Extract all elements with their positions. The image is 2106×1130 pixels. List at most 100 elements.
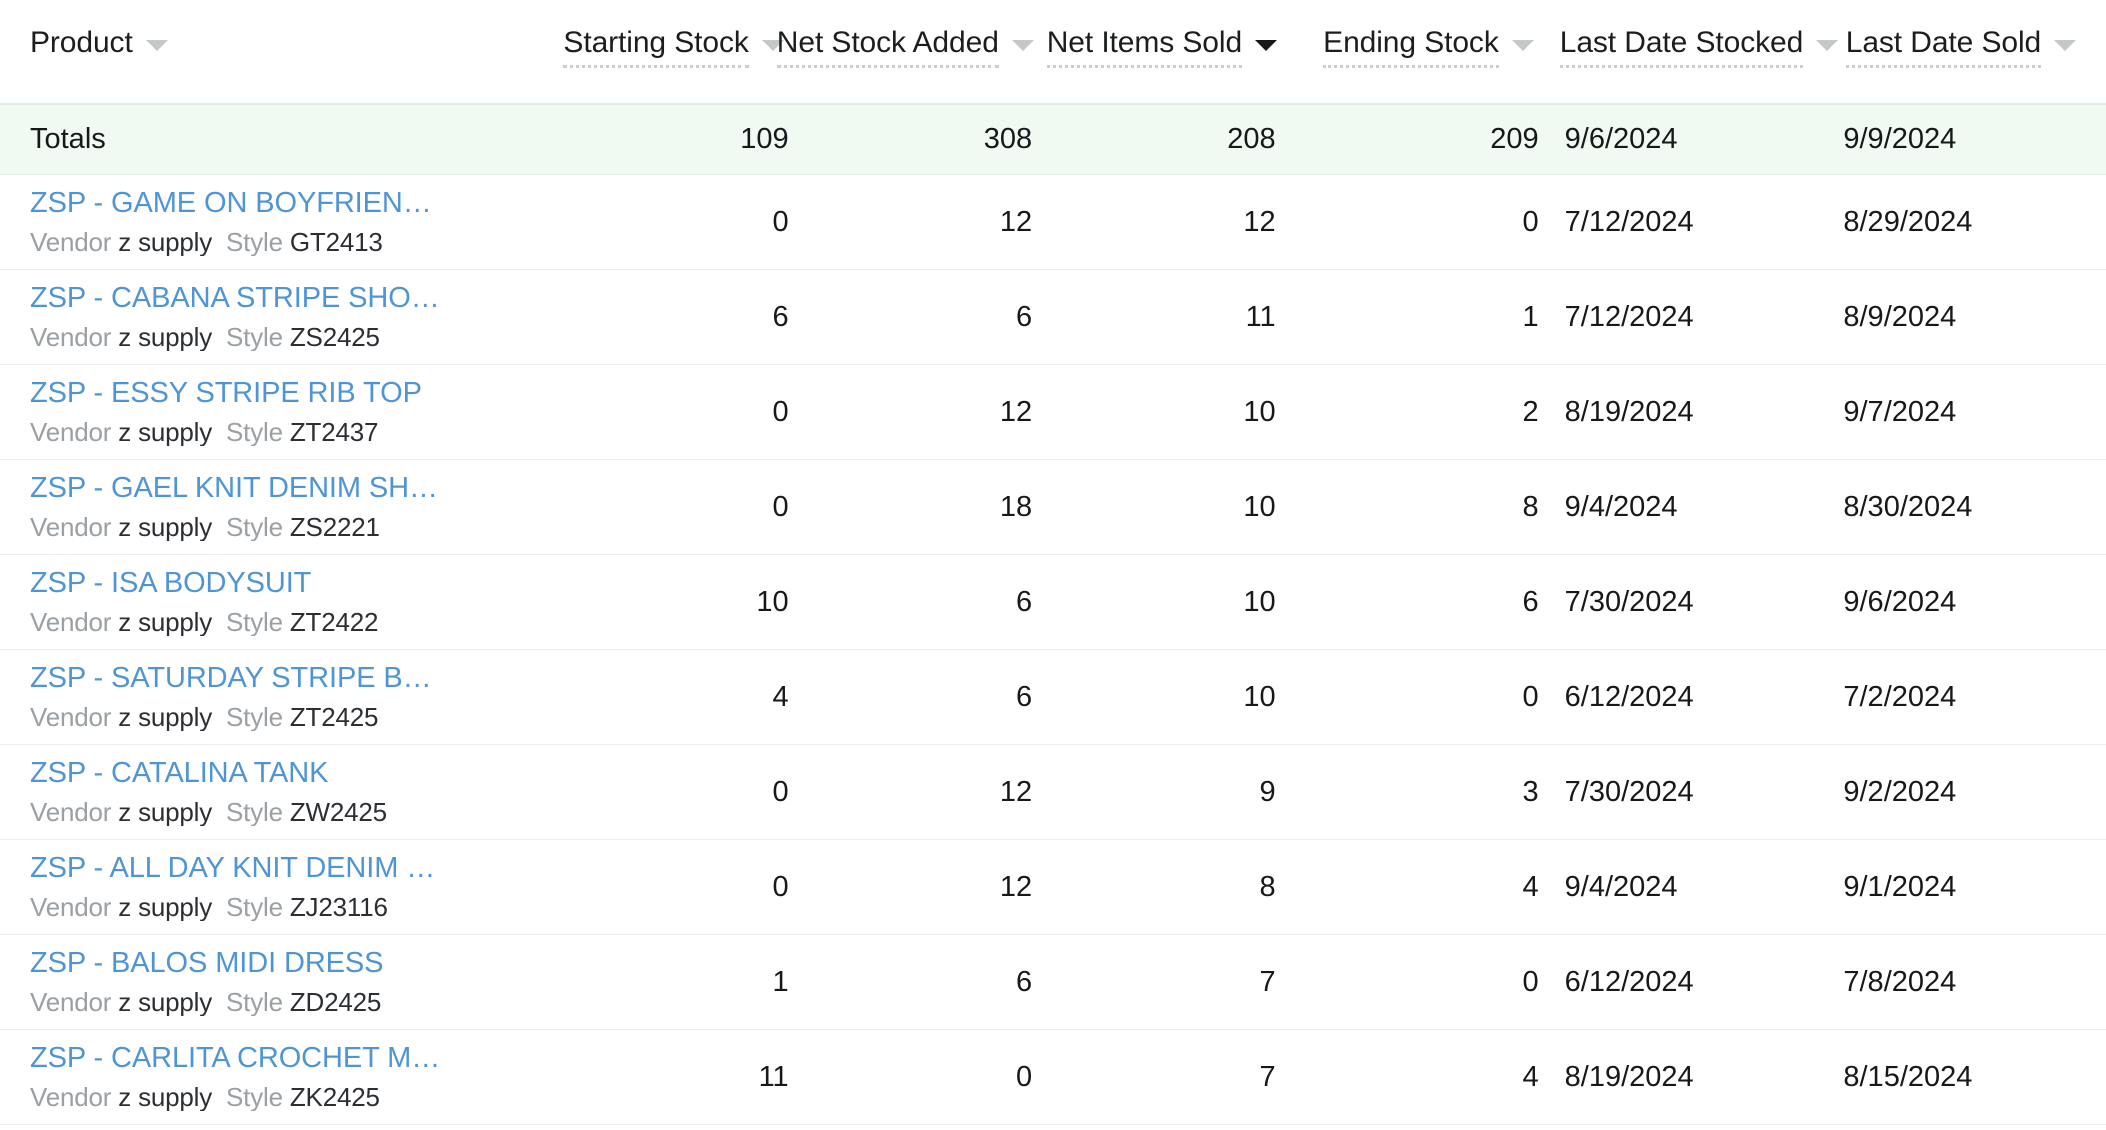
product-link[interactable]: ZSP - GAEL KNIT DENIM SH…	[30, 473, 546, 503]
cell-net-stock-added: 6	[1016, 965, 1033, 998]
product-link[interactable]: ZSP - GAME ON BOYFRIEN…	[30, 188, 546, 218]
cell-net-items-sold: 12	[1243, 205, 1276, 238]
product-meta: Vendor z supply Style ZT2437	[30, 419, 546, 446]
product-cell: ZSP - CATALINA TANK Vendor z supply Style …	[0, 758, 546, 827]
product-meta: Vendor z supply Style ZW2425	[30, 799, 546, 826]
cell-last-date-sold: 9/7/2024	[1843, 395, 1957, 428]
product-link[interactable]: ZSP - CATALINA TANK	[30, 758, 546, 788]
cell-starting-stock: 11	[758, 1060, 789, 1093]
product-link[interactable]: ZSP - ESSY STRIPE RIB TOP	[30, 378, 546, 408]
product-cell: ZSP - CARLITA CROCHET M… Vendor z supply S…	[0, 1043, 546, 1112]
vendor-label: Vendor	[30, 704, 112, 732]
vendor-label: Vendor	[30, 799, 112, 827]
cell-net-items-sold: 10	[1243, 680, 1276, 713]
product-cell: ZSP - ESSY STRIPE RIB TOP Vendor z supply…	[0, 378, 546, 447]
cell-last-date-stocked: 7/30/2024	[1564, 585, 1694, 618]
column-header-last-date-stocked[interactable]: Last Date Stocked	[1546, 26, 1839, 70]
cell-last-date-sold: 7/8/2024	[1843, 965, 1957, 998]
product-cell: ZSP - ISA BODYSUIT Vendor z supply Style Z…	[0, 568, 546, 637]
totals-ending-stock: 209	[1490, 123, 1539, 155]
cell-last-date-sold: 8/30/2024	[1843, 490, 1973, 523]
cell-net-items-sold: 8	[1259, 870, 1276, 903]
table-row: ZSP - ALL DAY KNIT DENIM … Vendor z suppl…	[0, 840, 2106, 935]
table-row: ZSP - BALOS MIDI DRESS Vendor z supply Sty…	[0, 935, 2106, 1030]
table-header-row: Product Starting Stock Net Stock Added N…	[0, 0, 2106, 105]
cell-last-date-sold: 9/1/2024	[1843, 870, 1957, 903]
table-row: ZSP - ISA BODYSUIT Vendor z supply Style Z…	[0, 555, 2106, 650]
vendor-value: z supply	[118, 799, 213, 827]
cell-net-stock-added: 12	[999, 775, 1033, 808]
chevron-down-icon[interactable]	[1255, 40, 1278, 51]
style-value: ZT2422	[289, 609, 379, 637]
column-header-starting-stock-label: Starting Stock	[563, 26, 750, 70]
cell-last-date-stocked: 7/30/2024	[1564, 775, 1694, 808]
product-link[interactable]: ZSP - CARLITA CROCHET M…	[30, 1043, 546, 1073]
cell-last-date-sold: 7/2/2024	[1843, 680, 1957, 713]
product-cell: ZSP - ALL DAY KNIT DENIM … Vendor z suppl…	[0, 853, 546, 922]
table-row: ZSP - GAEL KNIT DENIM SH… Vendor z supply…	[0, 460, 2106, 555]
totals-net-stock-added: 308	[983, 123, 1033, 155]
vendor-label: Vendor	[30, 1084, 112, 1112]
column-header-net-items-sold[interactable]: Net Items Sold	[1044, 26, 1285, 70]
cell-ending-stock: 1	[1522, 300, 1539, 333]
cell-starting-stock: 1	[772, 965, 789, 998]
cell-starting-stock: 0	[772, 870, 789, 903]
table-row: ZSP - GAME ON BOYFRIEN… Vendor z supply St…	[0, 175, 2106, 270]
product-cell: ZSP - BALOS MIDI DRESS Vendor z supply Sty…	[0, 948, 546, 1017]
cell-starting-stock: 6	[772, 300, 789, 333]
cell-net-stock-added: 12	[999, 205, 1033, 238]
table-body: ZSP - GAME ON BOYFRIEN… Vendor z supply St…	[0, 175, 2106, 1125]
chevron-down-icon[interactable]	[1011, 40, 1034, 51]
column-header-product-label: Product	[30, 26, 133, 59]
cell-ending-stock: 8	[1522, 490, 1539, 523]
style-value: ZT2425	[289, 704, 379, 732]
product-cell: ZSP - SATURDAY STRIPE B… Vendor z supply S…	[0, 663, 546, 732]
chevron-down-icon[interactable]	[145, 40, 168, 51]
product-link[interactable]: ZSP - CABANA STRIPE SHO…	[30, 283, 546, 313]
cell-net-items-sold: 9	[1259, 775, 1276, 808]
cell-net-stock-added: 6	[1016, 300, 1033, 333]
cell-ending-stock: 0	[1522, 680, 1539, 713]
table-row: ZSP - CARLITA CROCHET M… Vendor z supply S…	[0, 1030, 2106, 1125]
product-link[interactable]: ZSP - SATURDAY STRIPE B…	[30, 663, 546, 693]
cell-last-date-sold: 8/29/2024	[1843, 205, 1973, 238]
vendor-label: Vendor	[30, 419, 112, 447]
product-meta: Vendor z supply Style ZT2425	[30, 704, 546, 731]
cell-ending-stock: 0	[1522, 965, 1539, 998]
product-link[interactable]: ZSP - ISA BODYSUIT	[30, 568, 546, 598]
totals-starting-stock: 109	[740, 123, 789, 155]
vendor-value: z supply	[118, 989, 213, 1017]
cell-net-stock-added: 6	[1016, 585, 1033, 618]
product-meta: Vendor z supply Style ZJ23116	[30, 894, 546, 921]
product-link[interactable]: ZSP - ALL DAY KNIT DENIM …	[30, 853, 546, 883]
cell-last-date-stocked: 8/19/2024	[1564, 1060, 1694, 1093]
vendor-label: Vendor	[30, 989, 112, 1017]
column-header-product[interactable]: Product	[0, 26, 541, 70]
product-cell: ZSP - GAME ON BOYFRIEN… Vendor z supply St…	[0, 188, 546, 257]
chevron-down-icon[interactable]	[2054, 40, 2077, 51]
column-header-ending-stock[interactable]: Ending Stock	[1285, 26, 1546, 70]
cell-last-date-stocked: 9/4/2024	[1564, 490, 1678, 523]
totals-row: Totals 109 308 208 209 9/6/2024 9/9/2024	[0, 105, 2106, 175]
cell-ending-stock: 3	[1522, 775, 1539, 808]
inventory-data-grid: Product Starting Stock Net Stock Added N…	[0, 0, 2106, 1130]
style-value: ZT2437	[289, 419, 379, 447]
cell-net-items-sold: 11	[1245, 300, 1276, 333]
vendor-value: z supply	[118, 894, 213, 922]
product-link[interactable]: ZSP - BALOS MIDI DRESS	[30, 948, 546, 978]
column-header-starting-stock[interactable]: Starting Stock	[541, 26, 794, 70]
vendor-label: Vendor	[30, 229, 112, 257]
cell-net-items-sold: 10	[1243, 395, 1276, 428]
style-label: Style	[226, 229, 283, 257]
column-header-ending-stock-label: Ending Stock	[1323, 26, 1499, 70]
chevron-down-icon[interactable]	[1511, 40, 1534, 51]
totals-net-items-sold: 208	[1227, 123, 1276, 155]
style-label: Style	[226, 514, 283, 542]
product-meta: Vendor z supply Style ZS2221	[30, 514, 546, 541]
cell-last-date-stocked: 9/4/2024	[1564, 870, 1678, 903]
column-header-last-date-sold[interactable]: Last Date Sold	[1826, 26, 2106, 70]
vendor-value: z supply	[118, 1084, 213, 1112]
style-label: Style	[226, 799, 283, 827]
cell-starting-stock: 0	[772, 490, 789, 523]
column-header-net-stock-added[interactable]: Net Stock Added	[776, 26, 1044, 70]
